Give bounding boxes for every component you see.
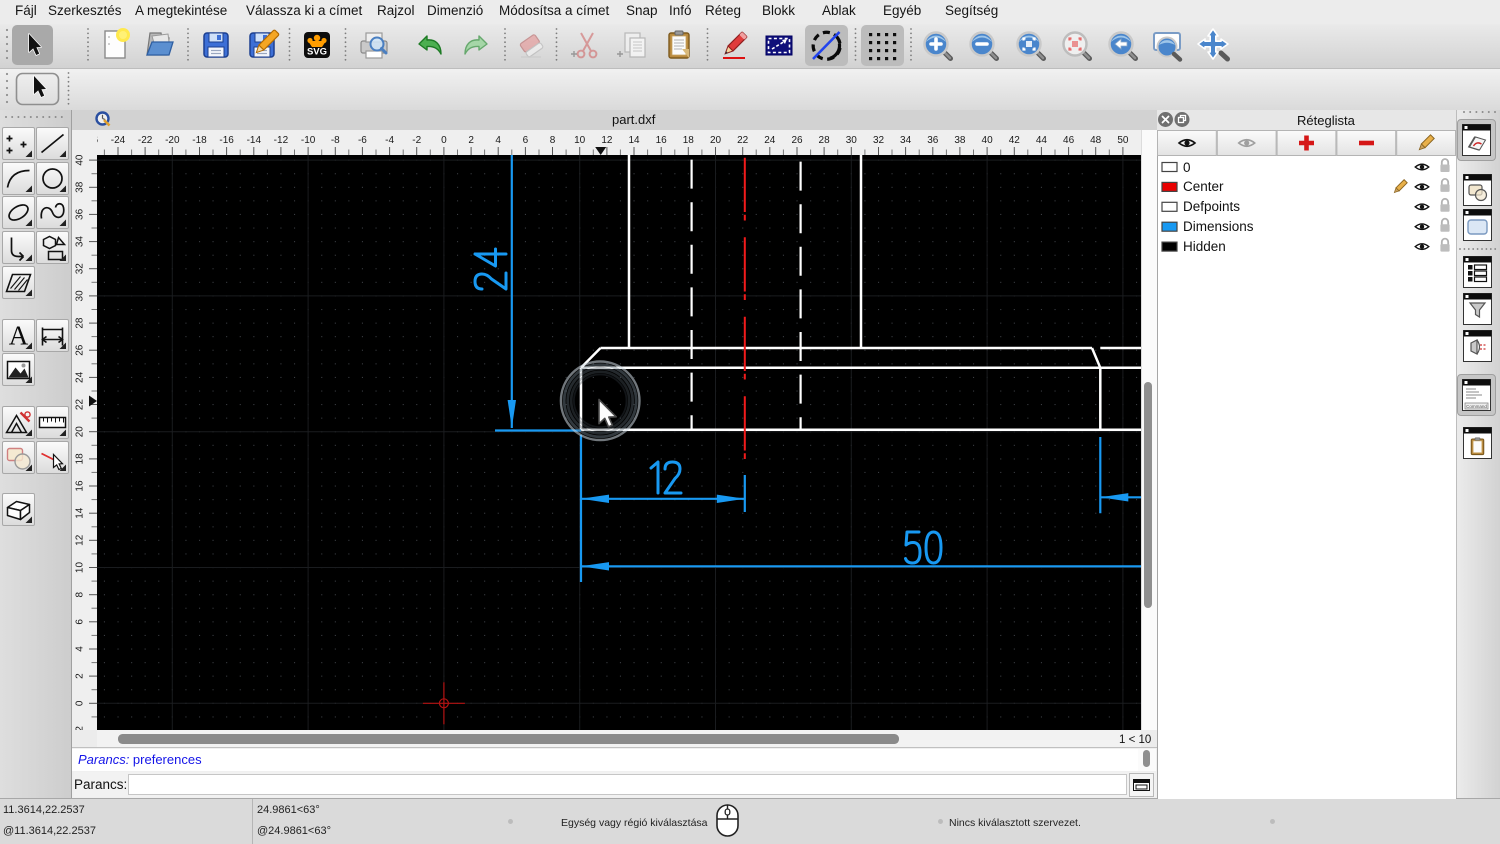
svg-text:A: A [9,320,29,350]
svg-text:14: 14 [75,507,86,519]
svg-text:4: 4 [75,646,86,652]
svg-text:0: 0 [441,135,447,146]
svg-text:40: 40 [75,155,86,166]
svg-text:38: 38 [954,135,966,146]
svg-text:40: 40 [982,135,994,146]
svg-text:18: 18 [683,135,695,146]
svg-text:24: 24 [75,371,86,383]
svg-text:26: 26 [75,344,86,356]
svg-text:2: 2 [468,135,474,146]
svg-text:4: 4 [495,135,501,146]
svg-text:28: 28 [819,135,831,146]
svg-text:20: 20 [75,426,86,438]
svg-text:Command: Command [1466,404,1487,409]
svg-text:30: 30 [75,290,86,302]
svg-text:10: 10 [75,562,86,574]
svg-text:36: 36 [927,135,939,146]
svg-text:20: 20 [710,135,722,146]
svg-text:SVG: SVG [307,47,327,58]
svg-text:46: 46 [1063,135,1075,146]
svg-text:-20: -20 [165,135,180,146]
svg-text:16: 16 [656,135,668,146]
svg-text:44: 44 [1036,135,1048,146]
svg-text:14: 14 [628,135,640,146]
svg-text:18: 18 [75,453,86,465]
svg-text:42: 42 [1009,135,1021,146]
svg-text:-2: -2 [412,135,421,146]
svg-text:36: 36 [75,208,86,220]
svg-text:6: 6 [523,135,529,146]
svg-text:48: 48 [1090,135,1102,146]
svg-text:-8: -8 [331,135,340,146]
svg-text:-10: -10 [301,135,316,146]
svg-text:50: 50 [1117,135,1129,146]
svg-text:8: 8 [75,591,86,597]
svg-text:32: 32 [75,263,86,275]
svg-text:28: 28 [75,317,86,329]
svg-text:-16: -16 [219,135,234,146]
svg-text:12: 12 [75,534,86,546]
svg-text:0: 0 [75,700,86,706]
svg-text:8: 8 [550,135,556,146]
svg-text:34: 34 [75,236,86,248]
svg-text:-14: -14 [247,135,262,146]
svg-text:-24: -24 [111,135,126,146]
svg-text:30: 30 [846,135,858,146]
svg-text:16: 16 [75,480,86,492]
svg-text:24: 24 [764,135,776,146]
svg-text:26: 26 [791,135,803,146]
svg-text:34: 34 [900,135,912,146]
svg-text:22: 22 [75,399,86,411]
svg-text:38: 38 [75,181,86,193]
svg-text:2: 2 [75,673,86,679]
svg-text:-22: -22 [138,135,153,146]
svg-text:-4: -4 [385,135,394,146]
svg-text:6: 6 [75,619,86,625]
svg-text:-12: -12 [274,135,289,146]
svg-text:12: 12 [601,135,613,146]
svg-text:-18: -18 [192,135,207,146]
svg-text:32: 32 [873,135,885,146]
svg-text:22: 22 [737,135,749,146]
svg-text:-6: -6 [358,135,367,146]
svg-text:10: 10 [574,135,586,146]
